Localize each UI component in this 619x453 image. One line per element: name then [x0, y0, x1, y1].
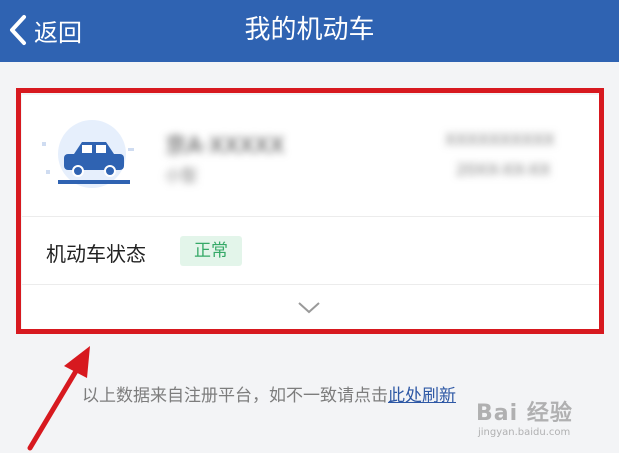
watermark-url: jingyan.baidu.com [478, 427, 571, 438]
annotation-arrow [27, 346, 90, 451]
watermark-logo: Bai 经验 [476, 401, 573, 426]
watermark: Bai 经验 jingyan.baidu.com [476, 395, 573, 438]
